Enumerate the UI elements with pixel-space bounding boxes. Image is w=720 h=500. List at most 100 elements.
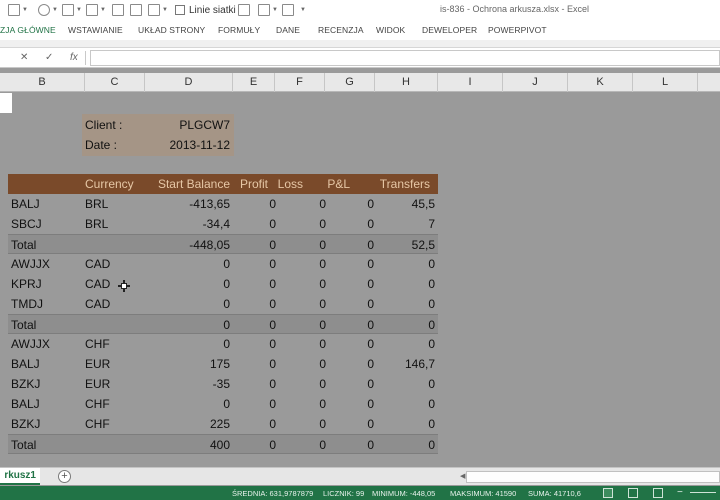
start-balance-cell[interactable]: 0 (223, 397, 230, 411)
gridlines-checkbox[interactable]: Linie siatki (175, 3, 236, 17)
profit-cell[interactable]: 0 (269, 357, 276, 371)
column-header[interactable]: J (503, 73, 568, 92)
currency-cell[interactable]: CAD (85, 277, 110, 291)
start-balance-cell[interactable]: 225 (210, 417, 230, 431)
clear-format-icon[interactable] (112, 4, 124, 16)
pnl-cell[interactable]: 0 (367, 357, 374, 371)
column-header[interactable]: E (233, 73, 275, 92)
zoom-slider[interactable] (690, 492, 716, 493)
profit-cell[interactable]: 0 (269, 417, 276, 431)
transfers-cell[interactable]: 0 (428, 337, 435, 351)
chevron-down-icon[interactable]: ▼ (22, 7, 28, 13)
transfers-cell[interactable]: 45,5 (412, 197, 435, 211)
start-balance-cell[interactable]: 175 (210, 357, 230, 371)
row-name-cell[interactable]: AWJJX (11, 337, 50, 351)
profit-cell[interactable]: 0 (269, 397, 276, 411)
start-balance-cell[interactable]: 0 (223, 257, 230, 271)
row-name-cell[interactable]: AWJJX (11, 257, 50, 271)
pnl-cell[interactable]: 0 (367, 197, 374, 211)
format-icon[interactable] (86, 4, 98, 16)
loss-cell[interactable]: 0 (319, 257, 326, 271)
format-painter-icon[interactable] (130, 4, 142, 16)
loss-cell[interactable]: 0 (319, 417, 326, 431)
profit-cell[interactable]: 0 (269, 318, 276, 332)
pnl-cell[interactable]: 0 (367, 257, 374, 271)
column-header[interactable]: L (633, 73, 698, 92)
pnl-cell[interactable]: 0 (367, 397, 374, 411)
tab-data[interactable]: DANE (276, 25, 300, 35)
chevron-down-icon[interactable]: ▼ (162, 7, 168, 13)
loss-cell[interactable]: 0 (319, 238, 326, 252)
chevron-down-icon[interactable]: ▼ (76, 7, 82, 13)
loss-cell[interactable]: 0 (319, 197, 326, 211)
row-name-cell[interactable]: BALJ (11, 397, 40, 411)
start-balance-cell[interactable]: 0 (223, 337, 230, 351)
tab-formulas[interactable]: FORMUŁY (218, 25, 260, 35)
pnl-cell[interactable]: 0 (367, 238, 374, 252)
currency-cell[interactable]: EUR (85, 377, 110, 391)
date-value[interactable]: 2013-11-12 (170, 138, 231, 152)
add-sheet-icon[interactable]: + (58, 470, 71, 483)
profit-cell[interactable]: 0 (269, 337, 276, 351)
pnl-cell[interactable]: 0 (367, 318, 374, 332)
chevron-down-icon[interactable]: ▼ (272, 7, 278, 13)
zoom-out-icon[interactable]: − (677, 487, 683, 498)
confirm-icon[interactable]: ✓ (45, 52, 53, 63)
transfers-cell[interactable]: 0 (428, 257, 435, 271)
tab-home[interactable]: ZJA GŁÓWNE (0, 25, 56, 35)
currency-cell[interactable]: CHF (85, 417, 110, 431)
profit-cell[interactable]: 0 (269, 238, 276, 252)
column-header[interactable]: C (85, 73, 145, 92)
tab-view[interactable]: WIDOK (376, 25, 405, 35)
row-name-cell[interactable]: BZKJ (11, 417, 40, 431)
loss-cell[interactable]: 0 (319, 397, 326, 411)
row-name-cell[interactable]: BZKJ (11, 377, 40, 391)
row-name-cell[interactable]: KPRJ (11, 277, 42, 291)
start-balance-cell[interactable]: 0 (223, 277, 230, 291)
tab-page-layout[interactable]: UKŁAD STRONY (138, 25, 205, 35)
start-balance-cell[interactable]: -448,05 (189, 238, 230, 252)
row-name-cell[interactable]: Total (11, 318, 36, 332)
profit-cell[interactable]: 0 (269, 257, 276, 271)
column-header[interactable]: I (438, 73, 503, 92)
paste-icon[interactable] (8, 4, 20, 16)
currency-cell[interactable]: BRL (85, 197, 108, 211)
currency-cell[interactable]: EUR (85, 357, 110, 371)
normal-view-icon[interactable] (603, 488, 613, 498)
row-name-cell[interactable]: TMDJ (11, 297, 43, 311)
transfers-cell[interactable]: 0 (428, 417, 435, 431)
copy-icon[interactable] (238, 4, 250, 16)
transfers-cell[interactable]: 0 (428, 438, 435, 452)
transfers-cell[interactable]: 0 (428, 377, 435, 391)
row-name-cell[interactable]: SBCJ (11, 217, 42, 231)
transfers-cell[interactable]: 146,7 (405, 357, 435, 371)
transfers-cell[interactable]: 0 (428, 297, 435, 311)
chevron-down-icon[interactable]: ▼ (52, 7, 58, 13)
transfers-cell[interactable]: 0 (428, 318, 435, 332)
undo-icon[interactable] (148, 4, 160, 16)
loss-cell[interactable]: 0 (319, 377, 326, 391)
page-layout-icon[interactable] (258, 4, 270, 16)
profit-cell[interactable]: 0 (269, 297, 276, 311)
print-preview-icon[interactable] (282, 4, 294, 16)
pnl-cell[interactable]: 0 (367, 438, 374, 452)
page-break-view-icon[interactable] (653, 488, 663, 498)
scroll-left-icon[interactable]: ◀ (460, 472, 465, 480)
profit-cell[interactable]: 0 (269, 438, 276, 452)
row-name-cell[interactable]: Total (11, 438, 36, 452)
loss-cell[interactable]: 0 (319, 357, 326, 371)
column-header[interactable]: H (375, 73, 438, 92)
transfers-cell[interactable]: 52,5 (412, 238, 435, 252)
tab-insert[interactable]: WSTAWIANIE (68, 25, 123, 35)
transfers-cell[interactable]: 0 (428, 397, 435, 411)
pnl-cell[interactable]: 0 (367, 417, 374, 431)
profit-cell[interactable]: 0 (269, 277, 276, 291)
profit-cell[interactable]: 0 (269, 197, 276, 211)
currency-cell[interactable]: CAD (85, 297, 110, 311)
tab-powerpivot[interactable]: POWERPIVOT (488, 25, 547, 35)
checkbox-icon[interactable] (175, 5, 185, 15)
start-balance-cell[interactable]: -413,65 (189, 197, 230, 211)
pnl-cell[interactable]: 0 (367, 217, 374, 231)
transfers-cell[interactable]: 7 (428, 217, 435, 231)
currency-cell[interactable]: CHF (85, 397, 110, 411)
